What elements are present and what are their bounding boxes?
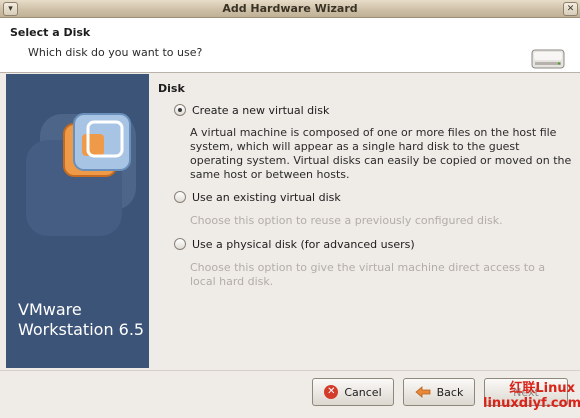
- option-description: Choose this option to reuse a previously…: [190, 214, 503, 227]
- page-subtitle: Which disk do you want to use?: [28, 46, 203, 59]
- option-label: Create a new virtual disk: [192, 103, 330, 117]
- option-description: A virtual machine is composed of one or …: [190, 126, 572, 181]
- window-menu-icon[interactable]: ▾: [3, 2, 18, 16]
- product-name: VMware Workstation 6.5: [18, 300, 144, 340]
- watermark-line-1: 红联Linux: [509, 381, 575, 396]
- wizard-header: Select a Disk Which disk do you want to …: [0, 18, 580, 73]
- window-title: Add Hardware Wizard: [222, 2, 358, 15]
- hard-disk-icon: [531, 49, 565, 69]
- close-icon[interactable]: ✕: [563, 2, 578, 16]
- cancel-label: Cancel: [344, 385, 382, 399]
- option-label: Use an existing virtual disk: [192, 190, 341, 204]
- option-create-new[interactable]: Create a new virtual disk: [174, 102, 329, 118]
- site-watermark: 红联Linux linuxdiyf.com: [483, 377, 580, 413]
- page-title: Select a Disk: [10, 26, 91, 39]
- radio-physical-disk[interactable]: [174, 238, 186, 250]
- arrow-left-icon: [415, 386, 431, 398]
- back-button[interactable]: Back: [403, 378, 475, 406]
- option-label: Use a physical disk (for advanced users): [192, 237, 415, 251]
- section-title: Disk: [158, 82, 185, 95]
- option-use-existing[interactable]: Use an existing virtual disk: [174, 189, 341, 205]
- option-physical-disk[interactable]: Use a physical disk (for advanced users): [174, 236, 415, 252]
- product-line-1: VMware: [18, 300, 82, 319]
- title-bar: Add Hardware Wizard ▾ ✕: [0, 0, 580, 18]
- back-label: Back: [436, 385, 464, 399]
- disk-options-panel: Disk Create a new virtual disk A virtual…: [156, 74, 574, 368]
- product-line-2: Workstation 6.5: [18, 320, 145, 339]
- radio-create-new[interactable]: [174, 104, 186, 116]
- sidebar-banner: VMware Workstation 6.5: [6, 74, 149, 368]
- option-description: Choose this option to give the virtual m…: [190, 261, 546, 288]
- cancel-icon: ✕: [324, 385, 339, 399]
- cancel-button[interactable]: ✕ Cancel: [312, 378, 394, 406]
- radio-use-existing[interactable]: [174, 191, 186, 203]
- watermark-line-2: linuxdiyf.com: [483, 396, 580, 411]
- footer-divider: [0, 370, 580, 371]
